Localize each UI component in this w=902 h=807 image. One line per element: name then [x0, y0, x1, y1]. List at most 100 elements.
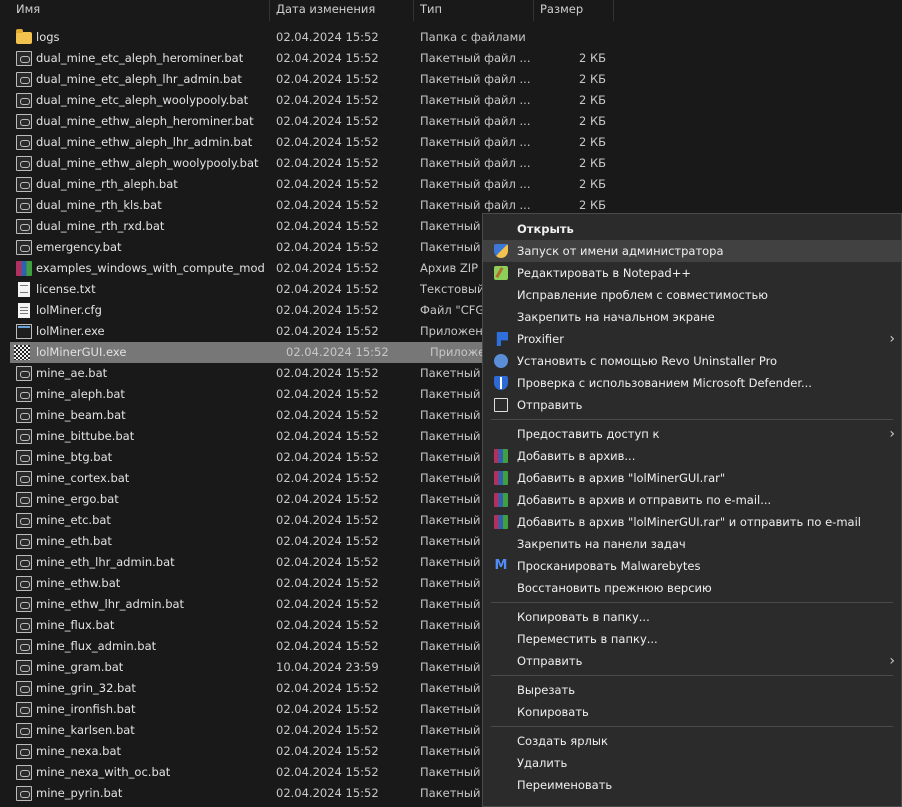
column-header-bar: Имя Дата изменения Тип Размер — [0, 0, 902, 21]
file-date: 02.04.2024 15:52 — [276, 744, 379, 758]
file-date: 02.04.2024 15:52 — [276, 135, 379, 149]
context-menu-item[interactable]: Удалить — [483, 752, 901, 774]
context-menu-item-label: Отправить — [517, 654, 583, 668]
column-header-size[interactable]: Размер — [534, 0, 614, 21]
context-menu-item-label: Восстановить прежнюю версию — [517, 581, 712, 595]
file-date: 02.04.2024 15:52 — [276, 471, 379, 485]
context-menu-item[interactable]: Предоставить доступ к › — [483, 423, 901, 445]
file-date: 02.04.2024 15:52 — [276, 765, 379, 779]
context-menu-item[interactable]: M Просканировать Malwarebytes — [483, 555, 901, 577]
context-menu-item[interactable]: Копировать в папку... — [483, 606, 901, 628]
batch-file-icon — [16, 93, 32, 108]
file-date: 02.04.2024 15:52 — [276, 534, 379, 548]
context-menu-item[interactable]: Отправить — [483, 394, 901, 416]
file-name: mine_aleph.bat — [36, 387, 125, 401]
context-menu-item[interactable]: Установить с помощью Revo Uninstaller Pr… — [483, 350, 901, 372]
file-date: 02.04.2024 15:52 — [276, 324, 379, 338]
context-menu-item[interactable]: Добавить в архив... — [483, 445, 901, 467]
file-date: 02.04.2024 15:52 — [276, 114, 379, 128]
file-type: Пакетный файл ... — [420, 93, 531, 107]
proxifier-icon — [496, 332, 508, 346]
column-header-name-label: Имя — [16, 2, 41, 16]
file-name: mine_ae.bat — [36, 366, 108, 380]
batch-file-icon — [16, 744, 32, 759]
file-row[interactable]: dual_mine_etc_aleph_lhr_admin.bat 02.04.2… — [0, 69, 610, 90]
file-name: mine_ergo.bat — [36, 492, 119, 506]
file-type: Пакетный файл ... — [420, 51, 531, 65]
context-menu-item-label: Запуск от имени администратора — [517, 244, 724, 258]
file-name: mine_flux_admin.bat — [36, 639, 157, 653]
file-name: mine_pyrin.bat — [36, 786, 123, 800]
file-type: Пакетный файл ... — [420, 156, 531, 170]
context-menu-item[interactable]: Копировать — [483, 701, 901, 723]
batch-file-icon — [16, 114, 32, 129]
file-name: dual_mine_ethw_aleph_herominer.bat — [36, 114, 254, 128]
context-menu-item-label: Исправление проблем с совместимостью — [517, 288, 768, 302]
file-size: 2 КБ — [578, 135, 606, 149]
file-date: 02.04.2024 15:52 — [276, 555, 379, 569]
file-date: 02.04.2024 15:52 — [276, 198, 379, 212]
batch-file-icon — [16, 219, 32, 234]
notepad-plus-plus-icon — [494, 266, 508, 280]
file-row[interactable]: dual_mine_etc_aleph_herominer.bat 02.04.2… — [0, 48, 610, 69]
context-menu-item[interactable]: Отправить › — [483, 650, 901, 672]
column-header-type-label: Тип — [420, 2, 443, 16]
chevron-right-icon: › — [889, 653, 895, 669]
chevron-right-icon: › — [889, 426, 895, 442]
file-row[interactable]: dual_mine_ethw_aleph_herominer.bat 02.04.… — [0, 111, 610, 132]
context-menu-item[interactable]: Проверка с использованием Microsoft Defe… — [483, 372, 901, 394]
batch-file-icon — [16, 240, 32, 255]
file-name: mine_btg.bat — [36, 450, 113, 464]
file-name: dual_mine_etc_aleph_lhr_admin.bat — [36, 72, 242, 86]
file-row[interactable]: dual_mine_rth_aleph.bat 02.04.2024 15:52 П… — [0, 174, 610, 195]
column-header-name[interactable]: Имя — [10, 0, 270, 21]
batch-file-icon — [16, 366, 32, 381]
context-menu-item[interactable]: Открыть — [483, 218, 901, 240]
context-menu-item[interactable]: Закрепить на панели задач — [483, 533, 901, 555]
context-menu-item-label: Редактировать в Notepad++ — [517, 266, 691, 280]
context-menu-item[interactable]: Запуск от имени администратора — [483, 240, 901, 262]
context-menu-item[interactable]: Редактировать в Notepad++ — [483, 262, 901, 284]
context-menu-item[interactable]: Переместить в папку... — [483, 628, 901, 650]
context-menu-item[interactable]: Закрепить на начальном экране — [483, 306, 901, 328]
chevron-right-icon: › — [889, 331, 895, 347]
file-name: lolMinerGUI.exe — [36, 345, 127, 359]
file-name: dual_mine_ethw_aleph_woolypooly.bat — [36, 156, 259, 170]
context-menu-item[interactable]: Добавить в архив "lolMinerGUI.rar" и отп… — [483, 511, 901, 533]
context-menu-item-label: Создать ярлык — [517, 734, 608, 748]
file-date: 10.04.2024 23:59 — [276, 660, 379, 674]
file-row[interactable]: dual_mine_ethw_aleph_woolypooly.bat 02.04… — [0, 153, 610, 174]
file-name: mine_gram.bat — [36, 660, 124, 674]
file-row[interactable]: dual_mine_etc_aleph_woolypooly.bat 02.04.… — [0, 90, 610, 111]
context-menu-item[interactable]: Добавить в архив "lolMinerGUI.rar" — [483, 467, 901, 489]
context-menu-item[interactable]: Proxifier › — [483, 328, 901, 350]
file-type: Папка с файлами — [420, 30, 526, 44]
batch-file-icon — [16, 723, 32, 738]
file-size — [540, 27, 606, 48]
file-name: mine_flux.bat — [36, 618, 115, 632]
file-date: 02.04.2024 15:52 — [276, 72, 379, 86]
batch-file-icon — [16, 618, 32, 633]
winrar-icon — [494, 515, 508, 529]
file-size: 2 КБ — [578, 93, 606, 107]
file-date: 02.04.2024 15:52 — [276, 723, 379, 737]
context-menu-item[interactable]: Восстановить прежнюю версию — [483, 577, 901, 599]
context-menu-item[interactable]: Исправление проблем с совместимостью — [483, 284, 901, 306]
context-menu-item[interactable]: Вырезать — [483, 679, 901, 701]
context-menu-item[interactable]: Добавить в архив и отправить по e-mail..… — [483, 489, 901, 511]
context-menu-item-label: Отправить — [517, 398, 583, 412]
context-menu-item[interactable]: Создать ярлык — [483, 730, 901, 752]
column-header-date[interactable]: Дата изменения — [270, 0, 414, 21]
context-menu: Открыть Запуск от имени администратора Ред… — [482, 213, 902, 807]
file-row[interactable]: dual_mine_ethw_aleph_lhr_admin.bat 02.04.… — [0, 132, 610, 153]
file-row[interactable]: logs 02.04.2024 15:52 Папка с файлами — [0, 27, 610, 48]
file-name: mine_nexa.bat — [36, 744, 122, 758]
file-name: dual_mine_rth_rxd.bat — [36, 219, 165, 233]
file-name: dual_mine_etc_aleph_woolypooly.bat — [36, 93, 249, 107]
file-date: 02.04.2024 15:52 — [276, 702, 379, 716]
column-header-type[interactable]: Тип — [414, 0, 534, 21]
file-date: 02.04.2024 15:52 — [276, 513, 379, 527]
file-date: 02.04.2024 15:52 — [276, 576, 379, 590]
context-menu-item[interactable]: Переименовать — [483, 774, 901, 796]
file-name: lolMiner.exe — [36, 324, 105, 338]
